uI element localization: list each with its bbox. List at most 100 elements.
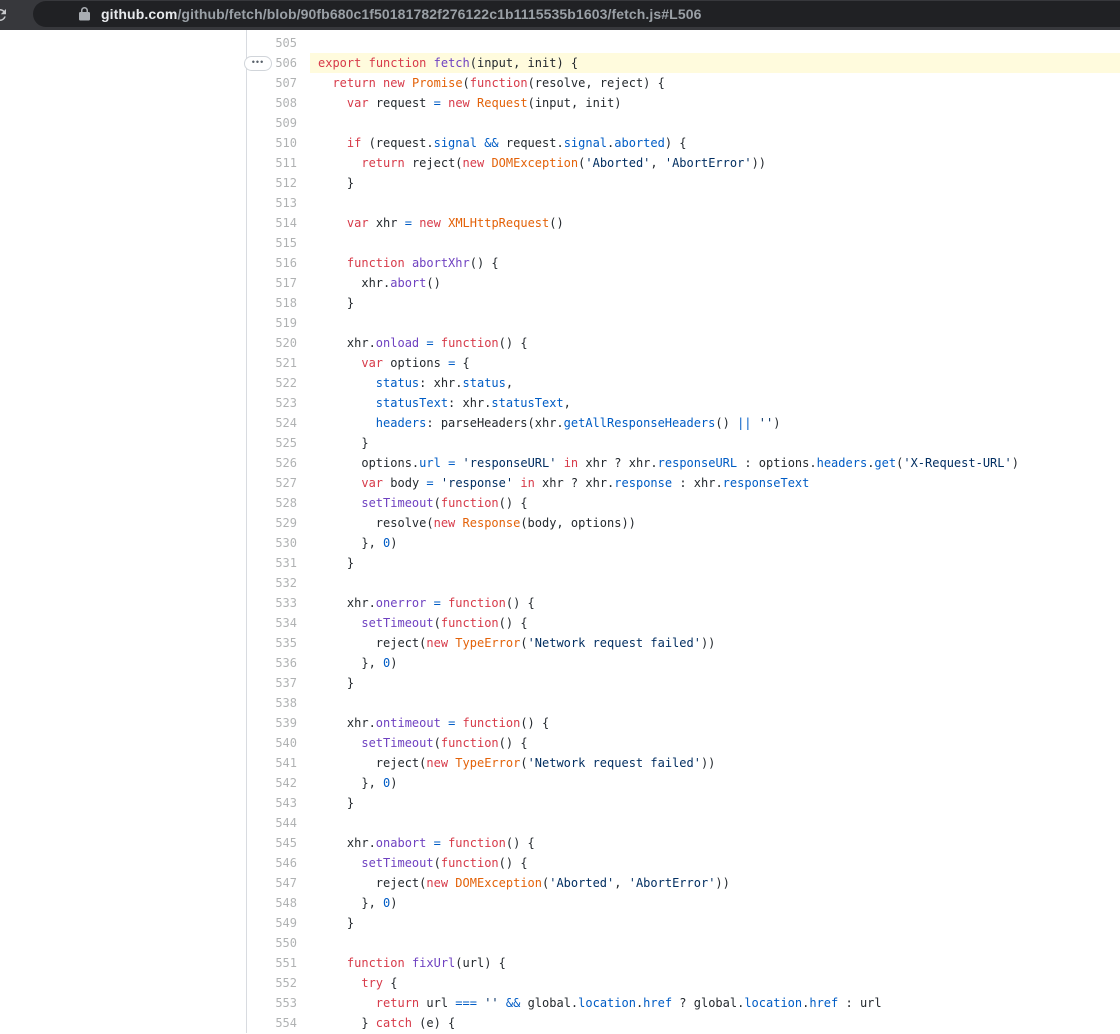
line-number[interactable]: 531 [0, 553, 304, 573]
line-number[interactable]: 532 [0, 573, 304, 593]
line-content: function fixUrl(url) { [310, 953, 1120, 973]
code-line-518: 518 } [0, 293, 1120, 313]
code-line-520: 520 xhr.onload = function() { [0, 333, 1120, 353]
code-line-528: 528 setTimeout(function() { [0, 493, 1120, 513]
url-bar[interactable]: github.com/github/fetch/blob/90fb680c1f5… [33, 1, 1120, 27]
line-number[interactable]: 549 [0, 913, 304, 933]
line-number[interactable]: 529 [0, 513, 304, 533]
code-line-529: 529 resolve(new Response(body, options)) [0, 513, 1120, 533]
line-number[interactable]: 538 [0, 693, 304, 713]
line-number[interactable]: 522 [0, 373, 304, 393]
code-line-511: 511 return reject(new DOMException('Abor… [0, 153, 1120, 173]
line-number[interactable]: 543 [0, 793, 304, 813]
line-content: var options = { [310, 353, 1120, 373]
line-content: } [310, 913, 1120, 933]
line-number[interactable]: 514 [0, 213, 304, 233]
code-line-506: 506export function fetch(input, init) { [0, 53, 1120, 73]
line-number[interactable]: 542 [0, 773, 304, 793]
line-number[interactable]: 523 [0, 393, 304, 413]
line-number[interactable]: 519 [0, 313, 304, 333]
code-line-548: 548 }, 0) [0, 893, 1120, 913]
lock-icon[interactable] [79, 7, 90, 21]
code-line-507: 507 return new Promise(function(resolve,… [0, 73, 1120, 93]
code-line-542: 542 }, 0) [0, 773, 1120, 793]
line-number[interactable]: 536 [0, 653, 304, 673]
code-line-519: 519 [0, 313, 1120, 333]
code-line-530: 530 }, 0) [0, 533, 1120, 553]
code-line-546: 546 setTimeout(function() { [0, 853, 1120, 873]
line-content: xhr.onload = function() { [310, 333, 1120, 353]
line-number[interactable]: 524 [0, 413, 304, 433]
line-number[interactable]: 535 [0, 633, 304, 653]
code-line-514: 514 var xhr = new XMLHttpRequest() [0, 213, 1120, 233]
line-content [310, 113, 1120, 133]
line-number[interactable]: 554 [0, 1013, 304, 1033]
code-line-505: 505 [0, 33, 1120, 53]
line-content: reject(new TypeError('Network request fa… [310, 753, 1120, 773]
code-line-537: 537 } [0, 673, 1120, 693]
line-number[interactable]: 526 [0, 453, 304, 473]
line-number[interactable]: 530 [0, 533, 304, 553]
line-content: }, 0) [310, 773, 1120, 793]
line-number[interactable]: 534 [0, 613, 304, 633]
line-content: export function fetch(input, init) { [310, 53, 1120, 73]
line-number[interactable]: 508 [0, 93, 304, 113]
line-number[interactable]: 517 [0, 273, 304, 293]
expand-code-button[interactable]: ••• [244, 56, 272, 71]
line-number[interactable]: 525 [0, 433, 304, 453]
line-number[interactable]: 509 [0, 113, 304, 133]
line-content: }, 0) [310, 653, 1120, 673]
code-line-512: 512 } [0, 173, 1120, 193]
line-number[interactable]: 550 [0, 933, 304, 953]
line-content: } [310, 433, 1120, 453]
line-number[interactable]: 512 [0, 173, 304, 193]
line-number[interactable]: 552 [0, 973, 304, 993]
line-number[interactable]: 553 [0, 993, 304, 1013]
line-number[interactable]: 521 [0, 353, 304, 373]
code-line-523: 523 statusText: xhr.statusText, [0, 393, 1120, 413]
line-number[interactable]: 518 [0, 293, 304, 313]
line-number[interactable]: 510 [0, 133, 304, 153]
line-number[interactable]: 527 [0, 473, 304, 493]
line-number[interactable]: 505 [0, 33, 304, 53]
code-line-536: 536 }, 0) [0, 653, 1120, 673]
line-number[interactable]: 537 [0, 673, 304, 693]
code-line-543: 543 } [0, 793, 1120, 813]
line-number[interactable]: 528 [0, 493, 304, 513]
line-content: function abortXhr() { [310, 253, 1120, 273]
code-line-508: 508 var request = new Request(input, ini… [0, 93, 1120, 113]
code-line-551: 551 function fixUrl(url) { [0, 953, 1120, 973]
line-number[interactable]: 520 [0, 333, 304, 353]
line-number[interactable]: 539 [0, 713, 304, 733]
line-content: xhr.ontimeout = function() { [310, 713, 1120, 733]
line-number[interactable]: 545 [0, 833, 304, 853]
line-number[interactable]: 533 [0, 593, 304, 613]
line-content: reject(new DOMException('Aborted', 'Abor… [310, 873, 1120, 893]
line-number[interactable]: 546 [0, 853, 304, 873]
code-line-545: 545 xhr.onabort = function() { [0, 833, 1120, 853]
line-number[interactable]: 548 [0, 893, 304, 913]
line-number[interactable]: 516 [0, 253, 304, 273]
line-content: setTimeout(function() { [310, 613, 1120, 633]
line-number[interactable]: 551 [0, 953, 304, 973]
line-content [310, 313, 1120, 333]
code-lines: 505506export function fetch(input, init)… [0, 33, 1120, 1033]
code-line-531: 531 } [0, 553, 1120, 573]
line-number[interactable]: 547 [0, 873, 304, 893]
line-number[interactable]: 540 [0, 733, 304, 753]
line-number[interactable]: 511 [0, 153, 304, 173]
code-line-535: 535 reject(new TypeError('Network reques… [0, 633, 1120, 653]
reload-icon[interactable] [0, 6, 9, 24]
line-number[interactable]: 513 [0, 193, 304, 213]
line-number[interactable]: 541 [0, 753, 304, 773]
code-line-541: 541 reject(new TypeError('Network reques… [0, 753, 1120, 773]
line-number[interactable]: 515 [0, 233, 304, 253]
code-line-521: 521 var options = { [0, 353, 1120, 373]
code-line-525: 525 } [0, 433, 1120, 453]
line-content: if (request.signal && request.signal.abo… [310, 133, 1120, 153]
line-number[interactable]: 544 [0, 813, 304, 833]
line-content: } [310, 293, 1120, 313]
code-line-534: 534 setTimeout(function() { [0, 613, 1120, 633]
line-content: } [310, 173, 1120, 193]
line-number[interactable]: 507 [0, 73, 304, 93]
